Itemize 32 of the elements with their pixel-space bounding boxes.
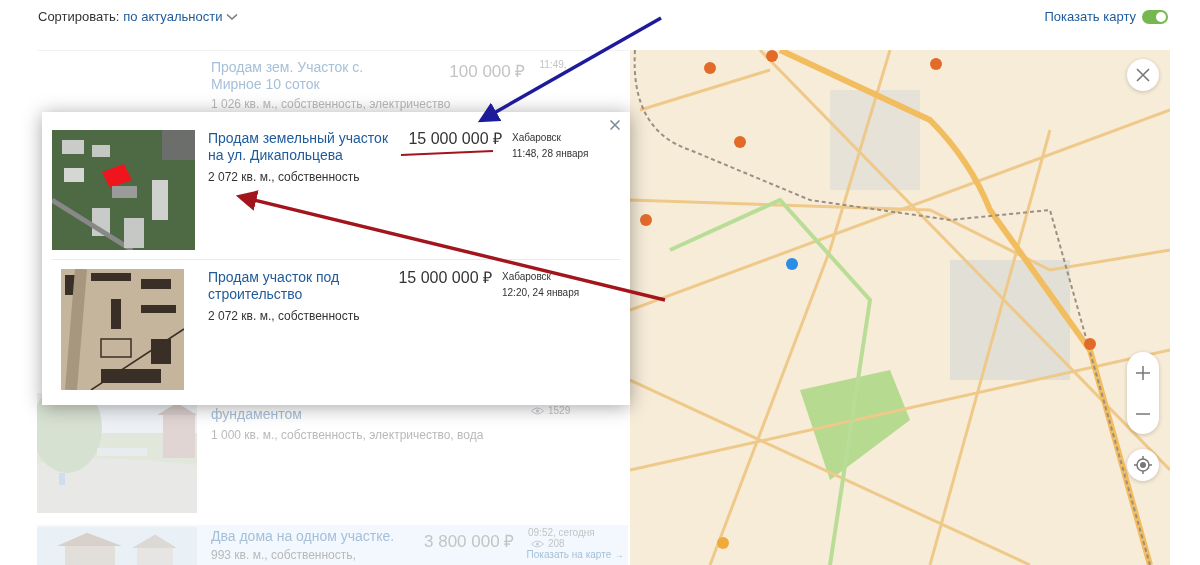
plus-icon [1136,365,1150,380]
listing-price: 15 000 000 ₽ [397,269,492,287]
listing-time: 09:52, сегодня [528,527,596,539]
listing-details: 1 026 кв. м., собственность, электричество [211,97,451,111]
listing-title[interactable]: Продам зем. Участок с. Мирное 10 соток [211,59,411,93]
sort-dropdown[interactable]: по актуальности [123,9,239,24]
listing-title[interactable]: Продам участок под строительство [208,269,396,303]
minus-icon [1136,412,1150,415]
listing-details: 1 000 кв. м., собственность, электричество, вода [211,428,485,443]
listing-details: 993 кв. м., собственность, [211,548,357,563]
show-on-map-link[interactable]: Показать на карте → [526,549,624,561]
listing-price: 3 800 000 ₽ [424,531,514,554]
close-button[interactable] [610,120,622,132]
locate-icon [1134,456,1152,474]
listing-details: 2 072 кв. м., собственность [208,309,361,323]
listing-title[interactable]: Продам земельный участок на ул. Дикапольцева [208,130,406,164]
listing-city: Хабаровск [502,270,552,284]
listing-title[interactable]: фундаментом [211,406,514,424]
listing-time: 12:20, 24 января [502,286,580,300]
listing-title[interactable]: Два дома на одном участке. [211,525,410,546]
listing-time: 11:49, [539,59,568,70]
show-map-label: Показать карту [1044,9,1136,24]
listing-details: 2 072 кв. м., собственность [208,170,361,184]
map-toggle[interactable] [1142,9,1168,24]
eye-icon [531,539,544,548]
caret-icon [226,12,239,21]
close-icon [1136,68,1150,82]
sort-label: Сортировать: [38,9,120,24]
listing-city: Хабаровск [512,131,562,145]
listing-price: 15 000 000 ₽ [407,130,502,148]
listing-time: 11:48, 28 января [512,147,589,161]
eye-icon [531,406,544,415]
